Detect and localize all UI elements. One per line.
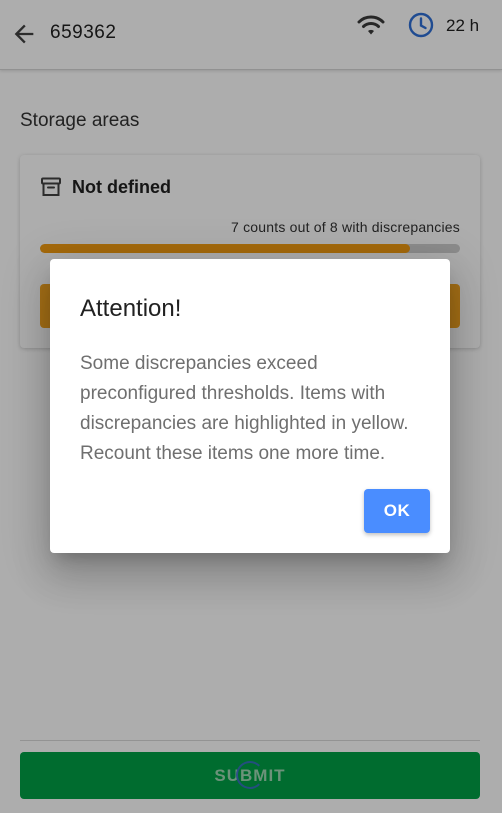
dialog-message: Some discrepancies exceed preconfigured … [80, 353, 409, 464]
ok-button[interactable]: OK [364, 489, 430, 533]
dialog-title: Attention! [80, 295, 182, 322]
attention-dialog: Attention! Some discrepancies exceed pre… [50, 259, 450, 553]
